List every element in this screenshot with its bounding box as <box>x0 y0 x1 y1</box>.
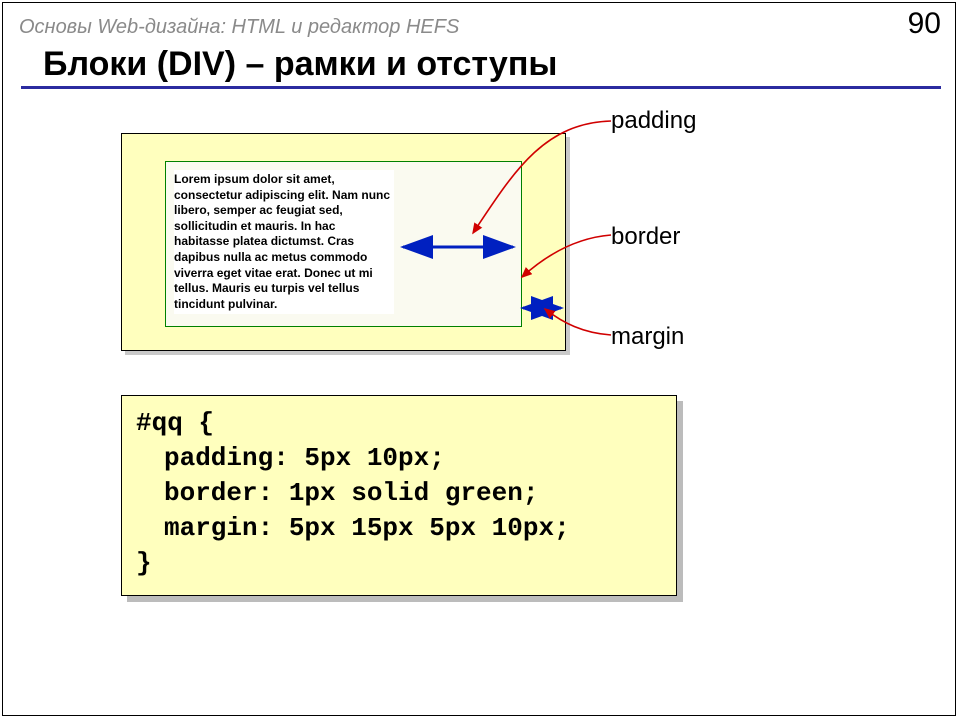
sample-text: Lorem ipsum dolor sit amet, consectetur … <box>174 170 394 314</box>
code-line-padding: padding: 5px 10px; <box>136 441 662 476</box>
slide-title: Блоки (DIV) – рамки и отступы <box>43 45 937 84</box>
label-border: border <box>611 223 680 251</box>
slide-header: Основы Web-дизайна: HTML и редактор HEFS… <box>3 3 955 41</box>
box-model-diagram: Lorem ipsum dolor sit amet, consectetur … <box>121 133 566 351</box>
code-close: } <box>136 548 152 578</box>
label-padding: padding <box>611 107 696 135</box>
code-example: #qq { padding: 5px 10px; border: 1px sol… <box>121 395 677 596</box>
doc-title: Основы Web-дизайна: HTML и редактор HEFS <box>19 16 459 39</box>
code-open: #qq { <box>136 408 214 438</box>
page-number: 90 <box>908 7 941 41</box>
arrow-layer <box>3 3 957 717</box>
code-line-margin: margin: 5px 15px 5px 10px; <box>136 511 662 546</box>
box-model-inner: Lorem ipsum dolor sit amet, consectetur … <box>165 161 522 327</box>
code-line-border: border: 1px solid green; <box>136 476 662 511</box>
label-margin: margin <box>611 323 684 351</box>
title-rule <box>21 86 941 89</box>
